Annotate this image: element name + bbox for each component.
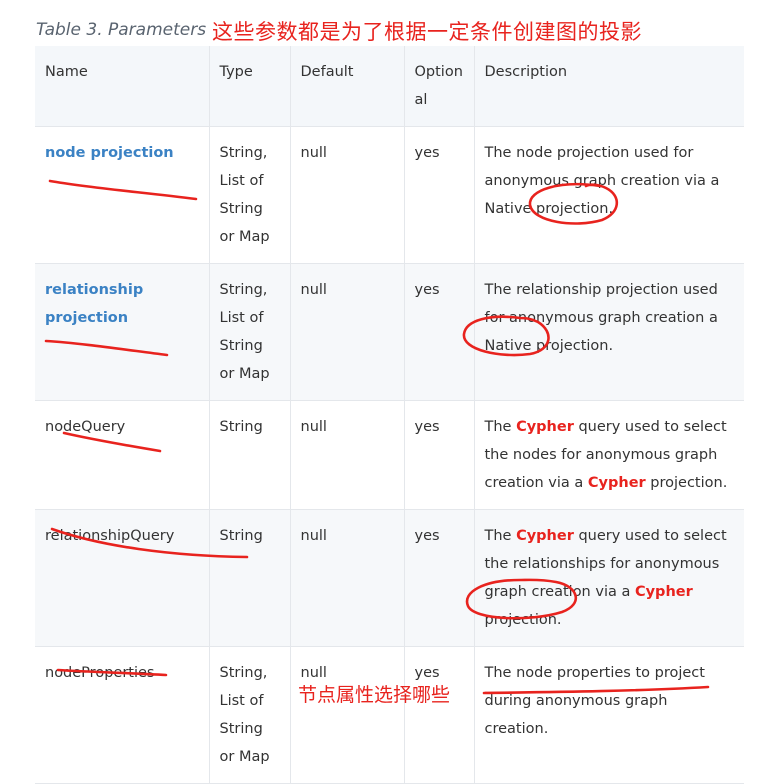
description-text: The relationship projection used for ano… (484, 282, 718, 354)
param-name-link[interactable]: relationship projection (45, 282, 143, 326)
keyword-highlight: Cypher (587, 475, 646, 491)
param-type: String (209, 400, 291, 510)
param-optional: yes (404, 400, 475, 510)
param-type: String (209, 509, 291, 647)
param-default: null (290, 646, 405, 784)
table-header-row: Name Type Default Optional Description (35, 46, 744, 127)
param-description: The node projection used for anonymous g… (474, 126, 744, 264)
param-name[interactable]: node projection (35, 126, 210, 264)
handwritten-note-top: 这些参数都是为了根据一定条件创建图的投影 (212, 20, 642, 44)
param-default: null (290, 509, 405, 647)
table-row: relationshipQuery String null yes The Cy… (35, 509, 744, 647)
description-text: The node properties to project during an… (484, 665, 705, 737)
param-name: nodeProperties (35, 646, 210, 784)
param-description: The node properties to project during an… (474, 646, 744, 784)
description-text: The (484, 528, 517, 544)
param-description: The relationship projection used for ano… (474, 263, 744, 401)
param-description: The Cypher query used to select the rela… (474, 509, 744, 647)
param-name: nodeQuery (35, 400, 210, 510)
param-description: The Cypher query used to select the node… (474, 400, 744, 510)
header-default: Default (290, 46, 405, 127)
param-type: String, List of String or Map (209, 126, 291, 264)
param-optional: yes (404, 509, 475, 647)
param-name: relationshipQuery (35, 509, 210, 647)
table-row: node projection String, List of String o… (35, 126, 744, 264)
header-name: Name (35, 46, 210, 127)
param-type: String, List of String or Map (209, 646, 291, 784)
header-description: Description (474, 46, 744, 127)
description-text: The (484, 419, 517, 435)
param-optional: yes (404, 646, 475, 784)
keyword-highlight: Cypher (634, 584, 693, 600)
param-type: String, List of String or Map (209, 263, 291, 401)
param-name-link[interactable]: node projection (45, 145, 174, 161)
description-text: projection. (484, 612, 562, 628)
caption-row: Table 3. Parameters 这些参数都是为了根据一定条件创建图的投影 (36, 14, 776, 46)
table-row: relationship projection String, List of … (35, 263, 744, 401)
param-optional: yes (404, 126, 475, 264)
parameters-table: Name Type Default Optional Description n… (35, 46, 744, 784)
header-type: Type (209, 46, 291, 127)
table-row: nodeQuery String null yes The Cypher que… (35, 400, 744, 510)
handwritten-note-bottom: 节点属性选择哪些 (298, 684, 451, 706)
description-text: The node projection used for anonymous g… (484, 145, 720, 217)
keyword-highlight: Cypher (516, 419, 574, 435)
param-default: null (290, 126, 405, 264)
param-name[interactable]: relationship projection (35, 263, 210, 401)
keyword-highlight: Cypher (516, 528, 574, 544)
param-default: null (290, 263, 405, 401)
header-optional: Optional (404, 46, 475, 127)
description-text: projection. (645, 475, 728, 491)
param-optional: yes (404, 263, 475, 401)
table-caption: Table 3. Parameters (36, 20, 207, 40)
param-default: null (290, 400, 405, 510)
table-row: nodeProperties String, List of String or… (35, 646, 744, 784)
